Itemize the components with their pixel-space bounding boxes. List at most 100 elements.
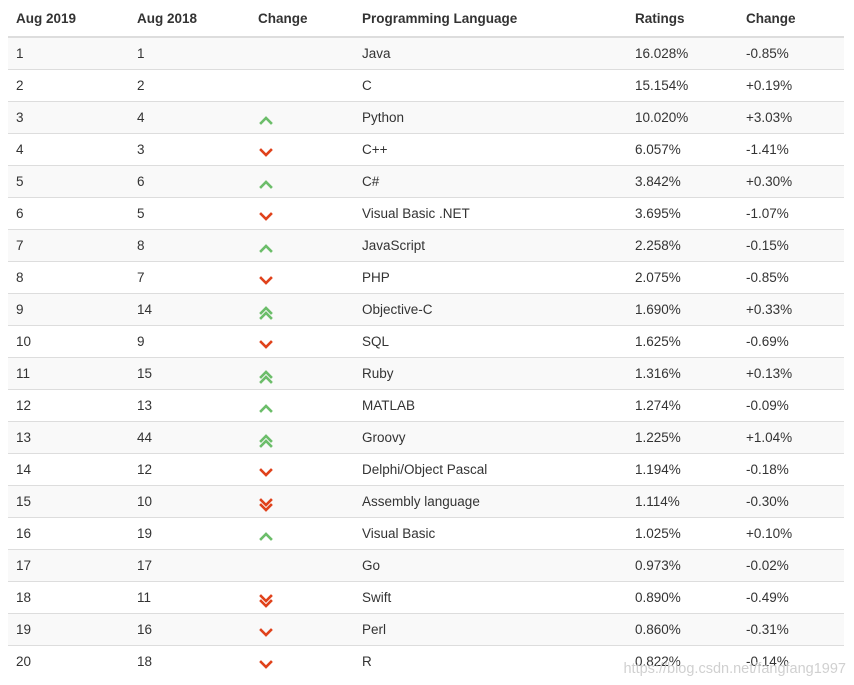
header-change-ratings[interactable]: Change [738, 11, 844, 26]
double-chevron-up-icon [258, 434, 274, 449]
double-chevron-up-icon [258, 370, 274, 385]
language-name: C# [362, 174, 380, 189]
change-trend-cell [250, 110, 354, 126]
table-row: 19 16 Perl 0.860% -0.31% [8, 613, 844, 645]
table-row: 10 9 SQL 1.625% -0.69% [8, 325, 844, 357]
rank-2018: 1 [137, 46, 145, 61]
table-row: 5 6 C# 3.842% +0.30% [8, 165, 844, 197]
rank-2018: 3 [137, 142, 145, 157]
rank-2018: 8 [137, 238, 145, 253]
rating-change: -0.15% [746, 238, 789, 253]
rating-value: 1.225% [635, 430, 681, 445]
chevron-down-icon [258, 338, 274, 352]
rating-value: 0.973% [635, 558, 681, 573]
chevron-down-icon [258, 626, 274, 640]
table-body: 1 1 Java 16.028% -0.85% 2 2 C 15.154% +0.19% 3 4 Pyt… [8, 37, 844, 677]
rating-value: 3.695% [635, 206, 681, 221]
rank-2019: 10 [16, 334, 32, 349]
change-trend-cell [250, 590, 354, 609]
change-trend-cell [250, 526, 354, 544]
rank-2018: 19 [137, 526, 153, 541]
language-name: Python [362, 110, 405, 125]
double-chevron-up-icon [258, 306, 274, 321]
rank-2018: 14 [137, 302, 153, 317]
header-change-trend[interactable]: Change [250, 11, 354, 26]
header-ratings[interactable]: Ratings [627, 11, 738, 26]
rating-value: 1.316% [635, 366, 681, 381]
language-name: JavaScript [362, 238, 426, 253]
rank-2019: 19 [16, 622, 32, 637]
rating-value: 1.114% [635, 494, 680, 509]
chevron-up-icon [258, 530, 274, 544]
language-name: Swift [362, 590, 392, 605]
table-row: 7 8 JavaScript 2.258% -0.15% [8, 229, 844, 261]
rating-value: 3.842% [635, 174, 681, 189]
header-aug-2019[interactable]: Aug 2019 [8, 11, 129, 26]
change-trend-cell [250, 142, 354, 160]
table-header-row: Aug 2019 Aug 2018 Change Programming Lan… [8, 0, 844, 37]
change-trend-cell [250, 302, 354, 321]
rank-2019: 3 [16, 110, 24, 125]
rating-value: 2.075% [635, 270, 681, 285]
change-trend-cell [250, 238, 354, 256]
table-row: 2 2 C 15.154% +0.19% [8, 69, 844, 101]
rank-2019: 5 [16, 174, 24, 189]
table-row: 16 19 Visual Basic 1.025% +0.10% [8, 517, 844, 549]
rating-value: 6.057% [635, 142, 681, 157]
rating-value: 1.625% [635, 334, 681, 349]
rating-change: +0.30% [746, 174, 793, 189]
rating-change: -0.69% [746, 334, 789, 349]
rating-change: -1.07% [746, 206, 789, 221]
chevron-down-icon [258, 658, 274, 672]
chevron-down-icon [258, 146, 274, 160]
rank-2018: 16 [137, 622, 153, 637]
header-aug-2018[interactable]: Aug 2018 [129, 11, 250, 26]
rank-2019: 11 [16, 366, 31, 381]
rank-2019: 8 [16, 270, 24, 285]
rank-2018: 10 [137, 494, 153, 509]
rank-2018: 17 [137, 558, 153, 573]
rank-2018: 44 [137, 430, 153, 445]
table-row: 12 13 MATLAB 1.274% -0.09% [8, 389, 844, 421]
rating-value: 1.194% [635, 462, 681, 477]
rank-2018: 7 [137, 270, 145, 285]
rating-value: 1.690% [635, 302, 681, 317]
rank-2019: 17 [16, 558, 32, 573]
rating-change: -0.49% [746, 590, 789, 605]
language-name: Assembly language [362, 494, 480, 509]
rating-value: 2.258% [635, 238, 681, 253]
rating-change: +0.19% [746, 78, 793, 93]
table-row: 14 12 Delphi/Object Pascal 1.194% -0.18% [8, 453, 844, 485]
rating-change: -1.41% [746, 142, 789, 157]
language-name: Ruby [362, 366, 394, 381]
rank-2019: 7 [16, 238, 24, 253]
table-row: 4 3 C++ 6.057% -1.41% [8, 133, 844, 165]
rating-change: -0.18% [746, 462, 789, 477]
rating-change: -0.02% [746, 558, 789, 573]
language-name: SQL [362, 334, 390, 349]
table-row: 11 15 Ruby 1.316% +0.13% [8, 357, 844, 389]
table-row: 18 11 Swift 0.890% -0.49% [8, 581, 844, 613]
rank-2018: 6 [137, 174, 145, 189]
chevron-up-icon [258, 178, 274, 192]
language-name: Visual Basic .NET [362, 206, 470, 221]
language-name: Perl [362, 622, 387, 637]
change-trend-cell [250, 654, 354, 672]
table-row: 1 1 Java 16.028% -0.85% [8, 37, 844, 69]
rating-value: 15.154% [635, 78, 689, 93]
rating-change: -0.09% [746, 398, 789, 413]
table-row: 9 14 Objective-C 1.690% +0.33% [8, 293, 844, 325]
table-row: 13 44 Groovy 1.225% +1.04% [8, 421, 844, 453]
header-programming-language[interactable]: Programming Language [354, 11, 627, 26]
rank-2019: 18 [16, 590, 32, 605]
chevron-up-icon [258, 242, 274, 256]
double-chevron-down-icon [258, 498, 274, 513]
change-trend-cell [250, 494, 354, 513]
language-name: PHP [362, 270, 390, 285]
rating-value: 0.890% [635, 590, 681, 605]
change-trend-cell [250, 366, 354, 385]
rating-change: -0.31% [746, 622, 789, 637]
rank-2019: 13 [16, 430, 32, 445]
language-name: Go [362, 558, 381, 573]
chevron-down-icon [258, 466, 274, 480]
